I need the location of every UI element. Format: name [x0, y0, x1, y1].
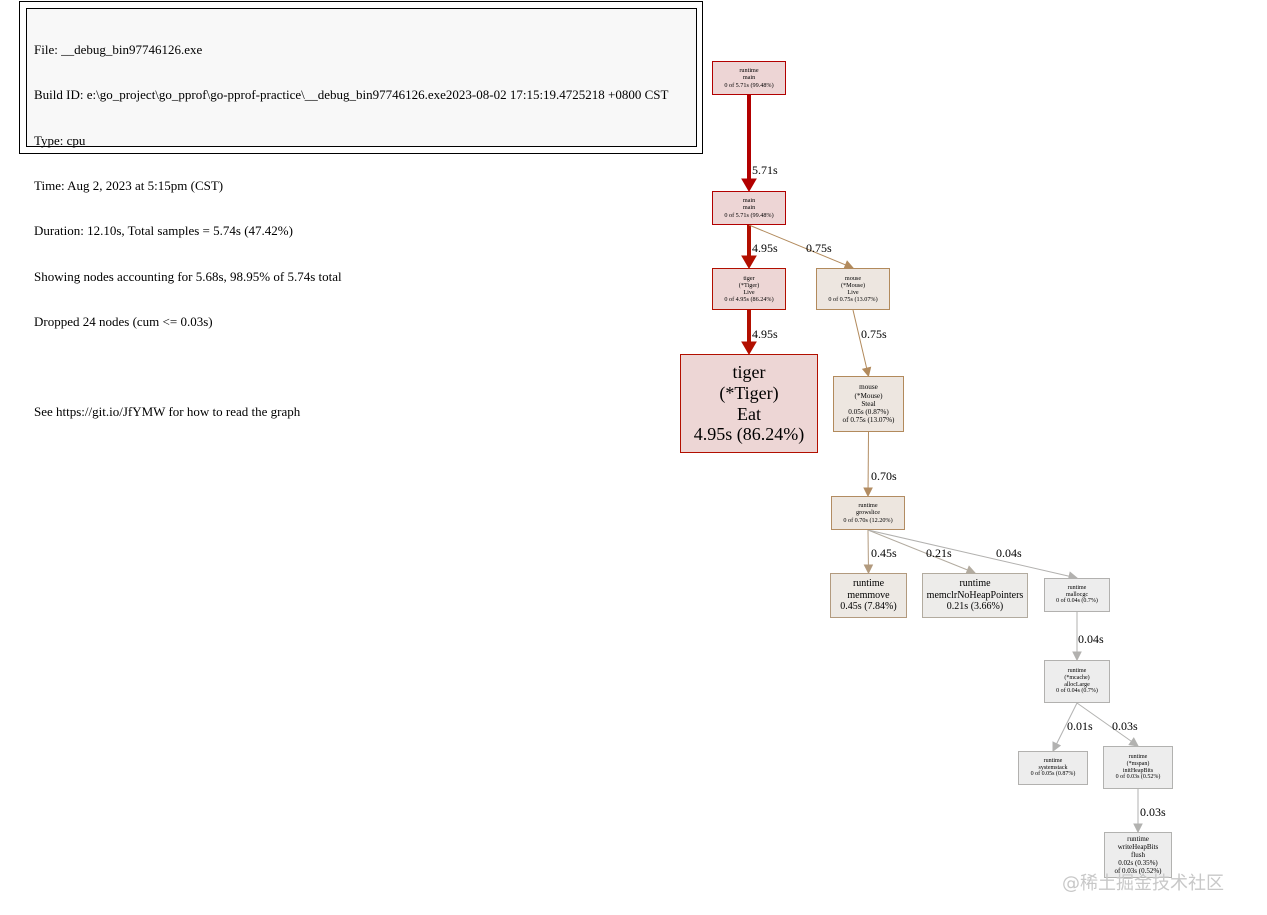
legend-build-id: Build ID: e:\go_project\go_pprof\go-ppro…: [34, 87, 669, 103]
node-line: Eat: [737, 403, 761, 424]
node-line: runtime: [852, 578, 885, 590]
node-line: (*Mouse): [840, 281, 866, 289]
node-line: writeHeapBits: [1117, 842, 1159, 851]
node-line: 0 of 0.75s (13.07%): [828, 296, 878, 304]
node-line: runtime: [739, 67, 759, 75]
edge-label: 4.95s: [752, 241, 778, 255]
node-runtime-main[interactable]: runtime main 0 of 5.71s (99.48%): [712, 61, 786, 95]
node-line: 0 of 4.95s (86.24%): [724, 296, 774, 304]
node-line: 0 of 0.04s (0.7%): [1056, 688, 1098, 695]
node-line: tiger: [743, 274, 755, 282]
node-line: mouse: [844, 274, 862, 282]
node-line: main: [742, 197, 756, 205]
node-line: (*Tiger): [719, 382, 779, 403]
node-line: growslice: [855, 509, 881, 517]
node-line: 4.95s (86.24%): [693, 424, 805, 445]
edge-label: 0.03s: [1140, 805, 1166, 819]
legend-dropped-nodes: Dropped 24 nodes (cum <= 0.03s): [34, 313, 213, 329]
node-line: runtime: [1067, 667, 1087, 674]
node-line: 0 of 0.05s (0.87%): [1030, 771, 1076, 778]
node-runtime-memclr[interactable]: runtime memclrNoHeapPointers 0.21s (3.66%): [922, 573, 1028, 618]
edge-arrowhead: [1128, 737, 1139, 747]
node-line: 0 of 5.71s (99.48%): [724, 211, 774, 219]
node-line: of 0.75s (13.07%): [842, 416, 895, 425]
node-line: memmove: [847, 589, 890, 601]
node-line: Live: [847, 289, 859, 296]
node-line: 0 of 5.71s (99.48%): [724, 81, 774, 89]
edge-label: 0.70s: [871, 469, 897, 483]
edge-arrowhead: [1133, 823, 1143, 834]
node-line: runtime: [1128, 753, 1148, 760]
node-line: runtime: [1067, 584, 1087, 591]
node-line: (*mcache): [1064, 674, 1090, 681]
profile-legend: File: __debug_bin97746126.exe Build ID: …: [26, 8, 697, 419]
node-line: memclrNoHeapPointers: [926, 589, 1024, 601]
node-line: runtime: [959, 578, 991, 590]
node-runtime-growslice[interactable]: runtime growslice 0 of 0.70s (12.20%): [831, 496, 905, 530]
edge-arrowhead: [1072, 651, 1082, 662]
legend-file: File: __debug_bin97746126.exe: [34, 42, 203, 58]
edge-label: 0.75s: [806, 241, 832, 255]
node-line: main: [742, 204, 756, 212]
node-line: 0.02s (0.35%): [1118, 859, 1158, 868]
node-runtime-memmove[interactable]: runtime memmove 0.45s (7.84%): [830, 573, 907, 618]
node-line: 0.45s (7.84%): [840, 601, 897, 613]
legend-time: Time: Aug 2, 2023 at 5:15pm (CST): [34, 178, 224, 194]
pprof-graph-canvas: File: __debug_bin97746126.exe Build ID: …: [0, 0, 1267, 915]
node-tiger-live[interactable]: tiger (*Tiger) Live 0 of 4.95s (86.24%): [712, 268, 786, 310]
node-line: Live: [743, 289, 755, 296]
edge-arrowhead: [863, 564, 874, 575]
node-line: (*Mouse): [854, 391, 883, 400]
node-main-main[interactable]: main main 0 of 5.71s (99.48%): [712, 191, 786, 225]
node-line: flush: [1131, 850, 1145, 859]
node-line: 0.05s (0.87%): [848, 408, 889, 417]
edge-label: 5.71s: [752, 163, 778, 177]
node-runtime-alloclarge[interactable]: runtime (*mcache) allocLarge 0 of 0.04s (0.…: [1044, 660, 1110, 703]
edge-arrowhead: [741, 178, 757, 192]
node-runtime-systemstack[interactable]: runtime systemstack 0 of 0.05s (0.87%): [1018, 751, 1088, 785]
edge-arrowhead: [741, 341, 757, 355]
edge-label: 0.21s: [926, 546, 952, 560]
node-line: (*mspan): [1126, 760, 1150, 767]
node-line: mouse: [859, 383, 878, 392]
node-mouse-live[interactable]: mouse (*Mouse) Live 0 of 0.75s (13.07%): [816, 268, 890, 310]
node-line: 0 of 0.03s (0.52%): [1115, 774, 1161, 781]
node-line: runtime: [858, 502, 878, 510]
node-line: Steal: [861, 399, 876, 408]
watermark: @稀土掘金技术社区: [1062, 873, 1224, 894]
node-line: 0 of 0.70s (12.20%): [843, 516, 893, 524]
node-line: (*Tiger): [738, 281, 760, 289]
legend-showing-nodes: Showing nodes accounting for 5.68s, 98.9…: [34, 268, 342, 284]
edge-label: 0.04s: [996, 546, 1022, 560]
edge-arrowhead: [863, 487, 873, 498]
node-runtime-initheapbits[interactable]: runtime (*mspan) initHeapBits 0 of 0.03s (0…: [1103, 746, 1173, 789]
edge-label: 0.75s: [861, 327, 887, 341]
legend-help-link[interactable]: See https://git.io/JfYMW for how to read…: [34, 404, 696, 419]
edge-label: 0.45s: [871, 546, 897, 560]
node-line: 0 of 0.04s (0.7%): [1056, 598, 1098, 605]
node-line: main: [742, 74, 756, 82]
legend-type: Type: cpu: [34, 132, 86, 148]
edge-label: 4.95s: [752, 327, 778, 341]
node-line: runtime: [1043, 757, 1063, 764]
node-line: tiger: [732, 362, 766, 383]
edge-label: 0.01s: [1067, 719, 1093, 733]
edge-arrowhead: [741, 255, 757, 269]
node-tiger-eat[interactable]: tiger (*Tiger) Eat 4.95s (86.24%): [680, 354, 818, 453]
node-runtime-mallocgc[interactable]: runtime mallocgc 0 of 0.04s (0.7%): [1044, 578, 1110, 612]
edge-label: 0.03s: [1112, 719, 1138, 733]
edge-label: 0.04s: [1078, 632, 1104, 646]
edge-arrowhead: [1052, 741, 1062, 753]
node-line: runtime: [1127, 834, 1149, 843]
legend-blank: [34, 359, 696, 374]
node-line: 0.21s (3.66%): [946, 601, 1004, 613]
edge-arrowhead: [861, 366, 872, 378]
node-mouse-steal[interactable]: mouse (*Mouse) Steal 0.05s (0.87%) of 0.75s …: [833, 376, 904, 432]
legend-duration: Duration: 12.10s, Total samples = 5.74s …: [34, 223, 293, 239]
